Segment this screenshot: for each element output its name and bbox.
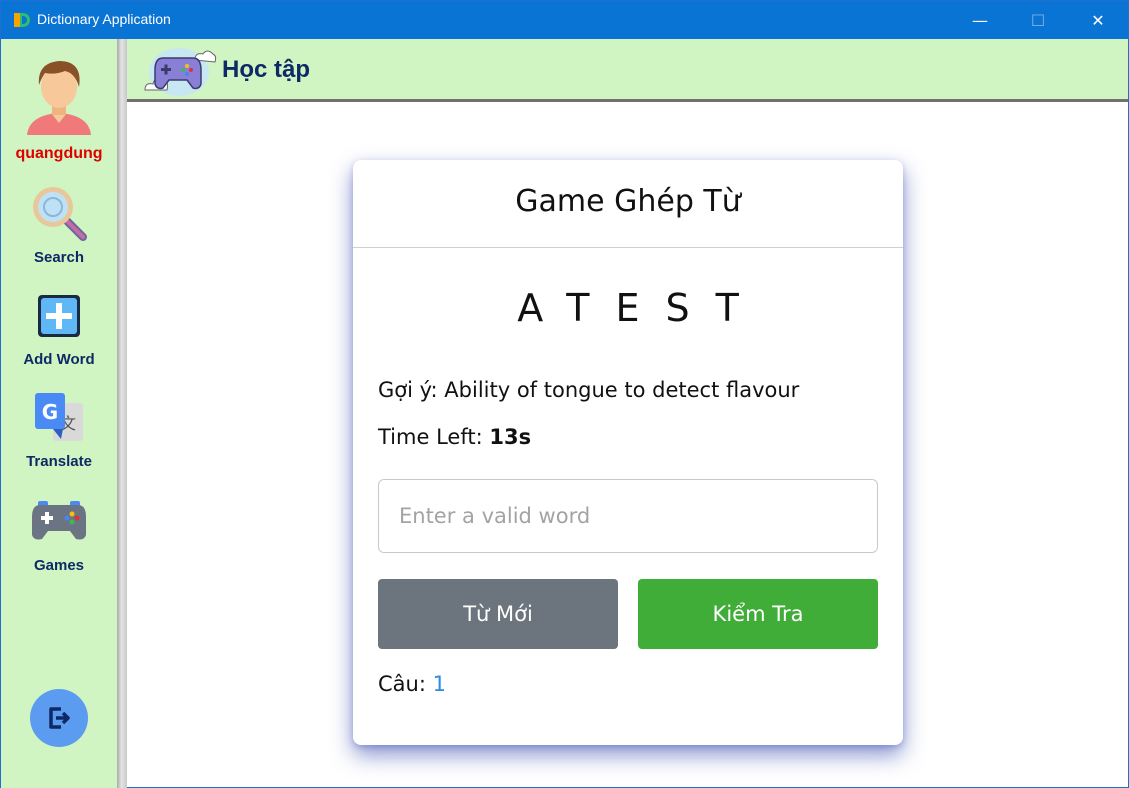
magnifier-icon — [33, 187, 87, 241]
hint-row: Gợi ý: Ability of tongue to detect flavo… — [378, 378, 799, 402]
minimize-icon: — — [972, 10, 988, 30]
username-label: quangdung — [15, 145, 103, 162]
sidebar-item-label: Games — [33, 557, 85, 574]
word-input[interactable] — [378, 479, 878, 553]
scrambled-word: ATEST — [517, 286, 765, 330]
sidebar-item-games[interactable]: Games — [1, 499, 117, 574]
sidebar-item-label: Translate — [26, 453, 92, 470]
username-item: quangdung — [1, 145, 117, 163]
logout-button[interactable] — [30, 689, 88, 747]
avatar[interactable] — [25, 57, 93, 135]
logout-icon — [49, 707, 70, 729]
game-title: Game Ghép Từ — [515, 184, 741, 219]
check-button[interactable]: Kiểm Tra — [638, 579, 878, 649]
sidebar-item-add-word[interactable]: Add Word — [1, 293, 117, 368]
page-header: Học tập — [127, 39, 1128, 102]
close-button[interactable]: ✕ — [1075, 1, 1121, 39]
title-bar[interactable]: Dictionary Application — ☐ ✕ — [1, 1, 1128, 39]
time-label: Time Left: — [378, 425, 483, 449]
word-game-card: Game Ghép Từ ATEST Gợi ý: Ability of ton… — [353, 160, 903, 745]
divider — [353, 247, 903, 248]
plus-icon — [38, 295, 80, 337]
maximize-button[interactable]: ☐ — [1015, 1, 1061, 39]
counter-value: 1 — [432, 672, 446, 696]
maximize-icon: ☐ — [1030, 10, 1046, 30]
sidebar-item-label: Search — [33, 249, 85, 266]
hint-label: Gợi ý: — [378, 378, 438, 402]
svg-text:G: G — [42, 400, 58, 424]
page-title: Học tập — [222, 56, 311, 83]
minimize-button[interactable]: — — [957, 1, 1003, 39]
question-counter: Câu: 1 — [378, 672, 446, 696]
gamepad-cloud-icon — [144, 48, 217, 96]
hint-text: Ability of tongue to detect flavour — [444, 378, 800, 402]
sidebar-item-translate[interactable]: 文 G Translate — [1, 391, 117, 470]
sidebar-splitter[interactable] — [117, 39, 127, 788]
sidebar: quangdung Search Add Word 文 G Translate … — [1, 39, 117, 788]
window-title: Dictionary Application — [37, 11, 171, 27]
counter-label: Câu: — [378, 672, 426, 696]
close-icon: ✕ — [1091, 10, 1105, 30]
sidebar-item-search[interactable]: Search — [1, 183, 117, 266]
google-translate-icon: 文 G — [35, 393, 83, 441]
new-word-button[interactable]: Từ Mới — [378, 579, 618, 649]
app-logo-icon — [14, 13, 30, 27]
time-value: 13s — [489, 425, 532, 449]
timer-row: Time Left: 13s — [378, 425, 531, 449]
app-window: Dictionary Application — ☐ ✕ quangdung S… — [0, 0, 1129, 788]
gamepad-icon — [32, 501, 86, 540]
sidebar-item-label: Add Word — [23, 351, 95, 368]
